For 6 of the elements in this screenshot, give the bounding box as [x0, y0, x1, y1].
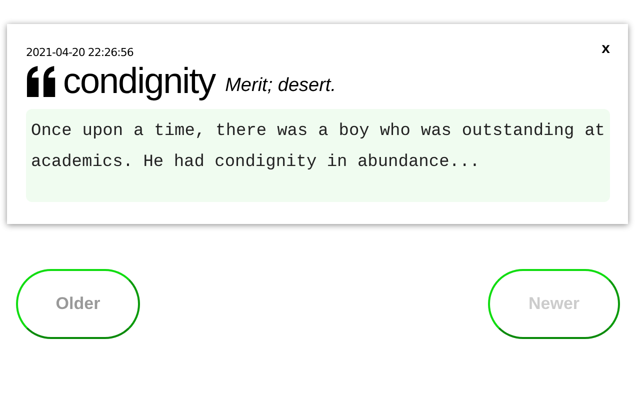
close-button[interactable]: x [602, 40, 610, 57]
nav-button[interactable]: Older [16, 269, 140, 339]
headword: condignity [63, 61, 216, 101]
story-text: Once upon a time, there was a boy who was outstanding at academics. He had condignity in abundance... [26, 109, 610, 202]
definition: Merit; desert. [225, 75, 336, 97]
timestamp: 2021-04-20 22:26:56 [26, 46, 134, 59]
